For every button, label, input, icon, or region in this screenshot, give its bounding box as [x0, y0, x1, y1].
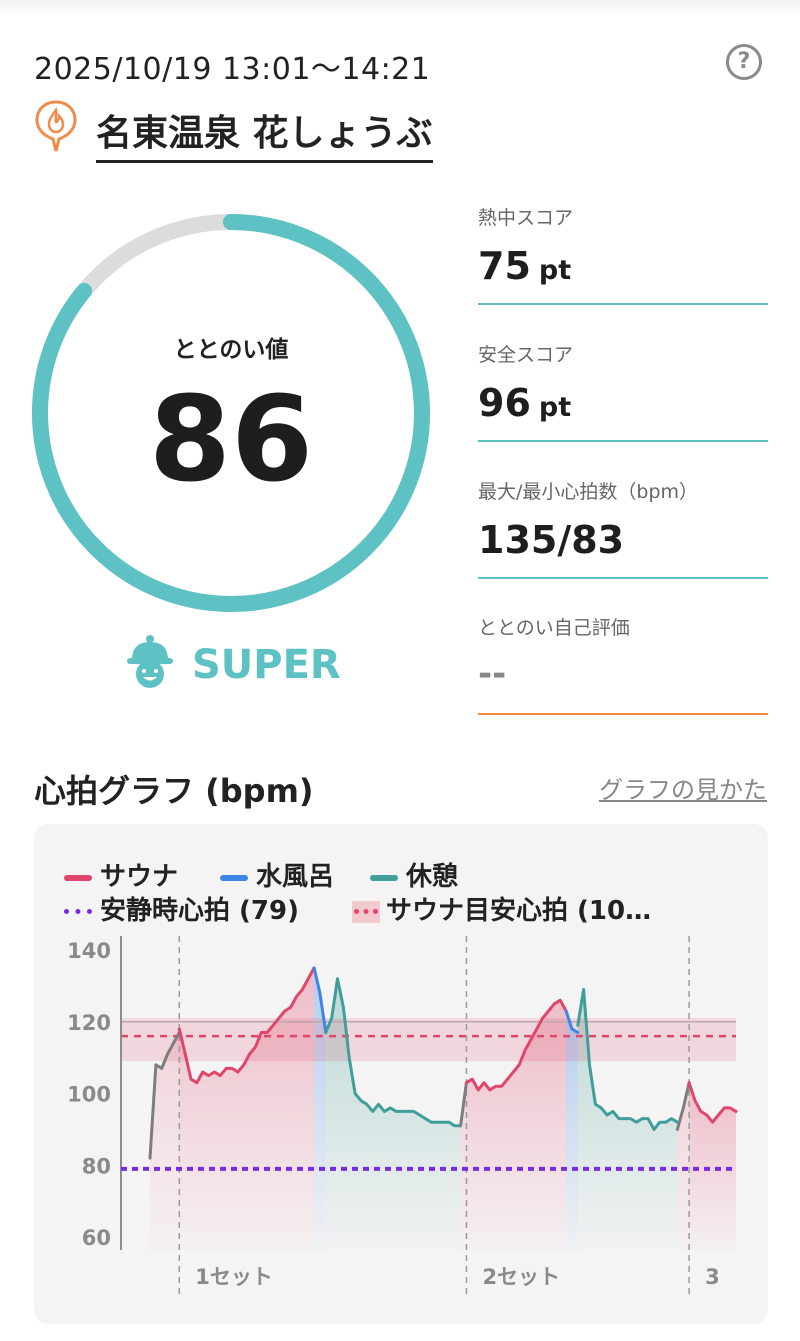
legend-swatch: [64, 909, 92, 914]
y-tick-label: 120: [67, 1011, 111, 1035]
rank-label: SUPER: [192, 642, 341, 688]
session-datetime: 2025/10/19 13:01〜14:21: [34, 52, 431, 87]
rank-character-icon: [127, 635, 173, 688]
stat-value: --: [478, 654, 507, 694]
stat-label: 安全スコア: [478, 344, 574, 366]
stat-value: 135/83: [478, 518, 625, 562]
help-icon[interactable]: ?: [726, 44, 762, 80]
stat-divider: [478, 713, 768, 715]
y-tick-label: 80: [82, 1154, 111, 1178]
set-label: 3: [705, 1265, 720, 1289]
stat-divider: [478, 577, 768, 579]
stat-label: ととのい自己評価: [478, 617, 630, 639]
totonoi-label: ととのい値: [173, 337, 289, 363]
set-label: 2セット: [482, 1265, 560, 1289]
graph-guide-link[interactable]: グラフの見かた: [599, 770, 767, 805]
legend-water: 水風呂: [220, 856, 334, 893]
stat-value: 75 pt: [478, 244, 572, 288]
legend-swatch: [64, 874, 92, 881]
y-tick-label: 100: [67, 1083, 111, 1107]
y-tick-label: 60: [82, 1226, 111, 1250]
set-label: 1セット: [195, 1265, 273, 1289]
legend-resting-hr: 安静時心拍 (79): [64, 890, 299, 927]
totonoi-value: 86: [148, 370, 314, 508]
sauna-target-band: [121, 1018, 736, 1062]
heart-rate-graph-title: 心拍グラフ (bpm): [34, 772, 314, 810]
stat-divider: [478, 440, 768, 442]
stat-value: 96 pt: [478, 381, 572, 425]
top-fade: [0, 0, 800, 18]
stat-self-evaluation[interactable]: ととのい自己評価 --: [478, 613, 768, 715]
legend-swatch: [370, 874, 398, 881]
legend-swatch: [220, 874, 248, 881]
facility-name-link[interactable]: 名東温泉 花しょうぶ: [96, 104, 433, 163]
stat-heat-score: 熱中スコア 75 pt: [478, 203, 768, 305]
stat-safety-score: 安全スコア 96 pt: [478, 340, 768, 442]
stat-divider: [478, 303, 768, 305]
hr-area-sauna: [179, 967, 315, 1250]
y-tick-label: 140: [67, 939, 111, 963]
legend-sauna: サウナ: [64, 856, 178, 893]
stat-heart-rate: 最大/最小心拍数（bpm） 135/83: [478, 477, 768, 579]
stat-label: 最大/最小心拍数（bpm）: [478, 481, 699, 503]
stat-label: 熱中スコア: [478, 207, 574, 229]
legend-rest: 休憩: [370, 856, 458, 893]
flame-pin-icon: [35, 100, 77, 152]
legend-sauna-target: サウナ目安心拍 (10…: [352, 890, 682, 927]
heart-rate-chart: 140 120 100 80 60 1セット 2セット 3: [67, 936, 738, 1295]
hr-area-water: [314, 967, 326, 1250]
legend-swatch: [352, 900, 380, 923]
